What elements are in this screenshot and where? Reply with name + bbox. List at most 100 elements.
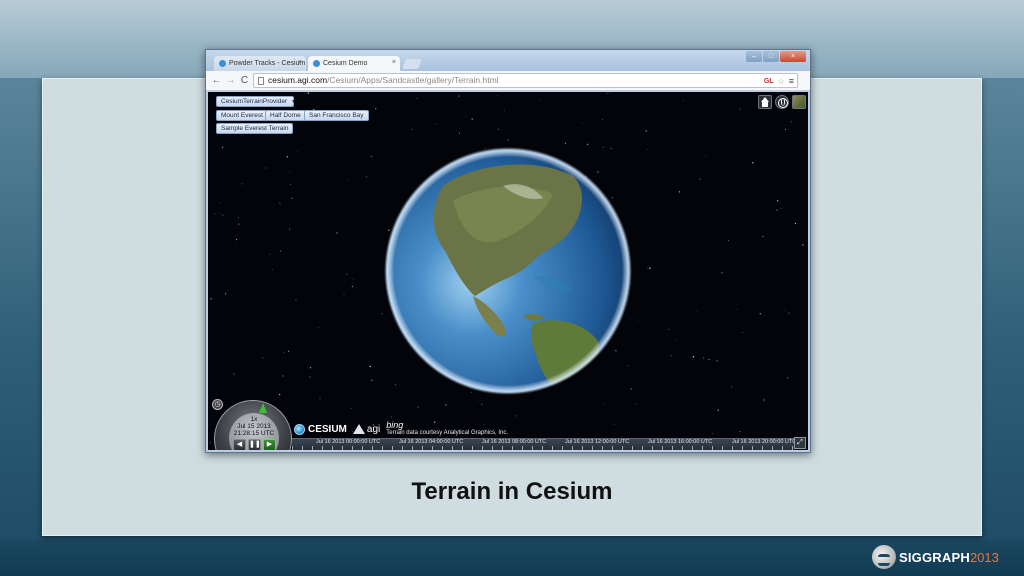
- agi-logo[interactable]: agi: [352, 424, 380, 435]
- browser-toolbar: ← → C cesium.agi.com/Cesium/Apps/Sandcas…: [206, 71, 810, 91]
- webgl-icon[interactable]: GL: [764, 75, 774, 88]
- back-button[interactable]: ←: [210, 74, 223, 87]
- star: [359, 261, 361, 262]
- star: [731, 386, 732, 388]
- star: [647, 267, 648, 269]
- star: [802, 244, 804, 246]
- star: [609, 92, 610, 94]
- star: [238, 217, 240, 219]
- maximize-button[interactable]: □: [763, 51, 779, 62]
- star: [210, 298, 212, 300]
- cesium-logo-icon: [294, 423, 305, 435]
- window-controls: – □ ×: [745, 51, 806, 62]
- star: [390, 416, 392, 418]
- tab-close-icon[interactable]: ×: [392, 59, 396, 66]
- cesium-favicon-icon: [313, 60, 320, 67]
- star: [250, 171, 251, 172]
- star: [343, 293, 345, 296]
- star: [286, 156, 288, 158]
- star: [635, 403, 637, 405]
- star: [238, 223, 240, 225]
- star: [219, 213, 220, 214]
- tab-close-icon[interactable]: ×: [298, 59, 302, 66]
- star: [670, 354, 672, 357]
- star: [365, 176, 368, 178]
- siggraph-logo-icon: [872, 545, 896, 569]
- star: [481, 403, 483, 405]
- star: [736, 309, 737, 310]
- star: [753, 361, 754, 362]
- star: [708, 358, 710, 361]
- bing-logo[interactable]: bing: [386, 421, 508, 430]
- star: [705, 155, 707, 157]
- star: [725, 295, 726, 297]
- star: [307, 92, 309, 94]
- slide-caption: Terrain in Cesium: [411, 478, 613, 505]
- chevron-down-icon: ▼: [291, 99, 297, 105]
- sample-everest-terrain-button[interactable]: Sample Everest Terrain: [216, 123, 294, 134]
- star: [288, 228, 291, 230]
- cesium-viewer[interactable]: CesiumTerrainProvider ▼ Mount Everest Hal…: [208, 92, 808, 450]
- star: [279, 250, 282, 252]
- reload-button[interactable]: C: [238, 74, 251, 87]
- forward-button[interactable]: →: [224, 74, 237, 87]
- shuttle-ring-needle-icon[interactable]: [259, 403, 267, 413]
- home-icon[interactable]: [758, 95, 772, 109]
- terrain-provider-select[interactable]: CesiumTerrainProvider ▼: [216, 96, 297, 107]
- star: [336, 232, 338, 234]
- star: [235, 238, 238, 241]
- tab-label: Powder Tracks - Cesium: [229, 60, 306, 67]
- star: [675, 339, 677, 341]
- tab-label: Cesium Demo: [323, 60, 368, 67]
- star: [300, 305, 302, 307]
- new-tab-button[interactable]: [402, 59, 422, 69]
- timeline-label: Jul 16 2013 08:00:00 UTC: [482, 439, 547, 445]
- san-francisco-bay-button[interactable]: San Francisco Bay: [304, 110, 369, 121]
- play-button[interactable]: ▶: [263, 439, 276, 450]
- bookmark-star-icon[interactable]: ☆: [778, 75, 785, 88]
- address-host: cesium.agi.com: [268, 75, 328, 85]
- star: [696, 311, 698, 313]
- star: [784, 309, 786, 311]
- address-bar[interactable]: cesium.agi.com/Cesium/Apps/Sandcastle/ga…: [253, 73, 798, 88]
- star: [327, 280, 329, 282]
- tab-cesium-demo[interactable]: Cesium Demo ×: [308, 56, 400, 71]
- star: [222, 214, 224, 216]
- star: [345, 273, 348, 276]
- star: [445, 404, 447, 406]
- star: [291, 197, 293, 199]
- close-window-button[interactable]: ×: [780, 51, 806, 62]
- star: [215, 179, 217, 181]
- star: [295, 299, 297, 301]
- star: [319, 397, 321, 399]
- pause-button[interactable]: ❚❚: [248, 439, 261, 450]
- clock-icon[interactable]: ◷: [212, 399, 223, 410]
- star: [458, 95, 460, 97]
- star: [208, 265, 209, 267]
- timeline-ticks: [292, 446, 794, 450]
- star: [736, 138, 737, 139]
- star: [458, 132, 461, 134]
- star: [794, 222, 797, 225]
- star: [603, 402, 605, 404]
- star: [241, 183, 243, 185]
- star: [637, 320, 639, 322]
- star: [373, 301, 375, 302]
- half-dome-button[interactable]: Half Dome: [265, 110, 306, 121]
- timeline[interactable]: Jul 16 2013 00:00:00 UTC Jul 16 2013 04:…: [292, 438, 796, 450]
- star: [369, 365, 371, 368]
- star: [790, 121, 793, 123]
- earth-globe[interactable]: [383, 146, 633, 396]
- star: [435, 123, 437, 125]
- star: [721, 272, 723, 274]
- tab-powder-tracks[interactable]: Powder Tracks - Cesium ×: [214, 56, 306, 71]
- minimize-button[interactable]: –: [746, 51, 762, 62]
- reverse-button[interactable]: ◀: [233, 439, 246, 450]
- scene-mode-globe-icon[interactable]: [775, 95, 789, 109]
- base-layer-picker-icon[interactable]: [792, 95, 806, 109]
- cesium-logo[interactable]: CESIUM: [294, 423, 347, 435]
- browser-menu-icon[interactable]: ≡: [789, 75, 794, 88]
- fullscreen-button[interactable]: ⤢: [794, 437, 806, 449]
- mount-everest-button[interactable]: Mount Everest: [216, 110, 268, 121]
- star: [289, 171, 291, 173]
